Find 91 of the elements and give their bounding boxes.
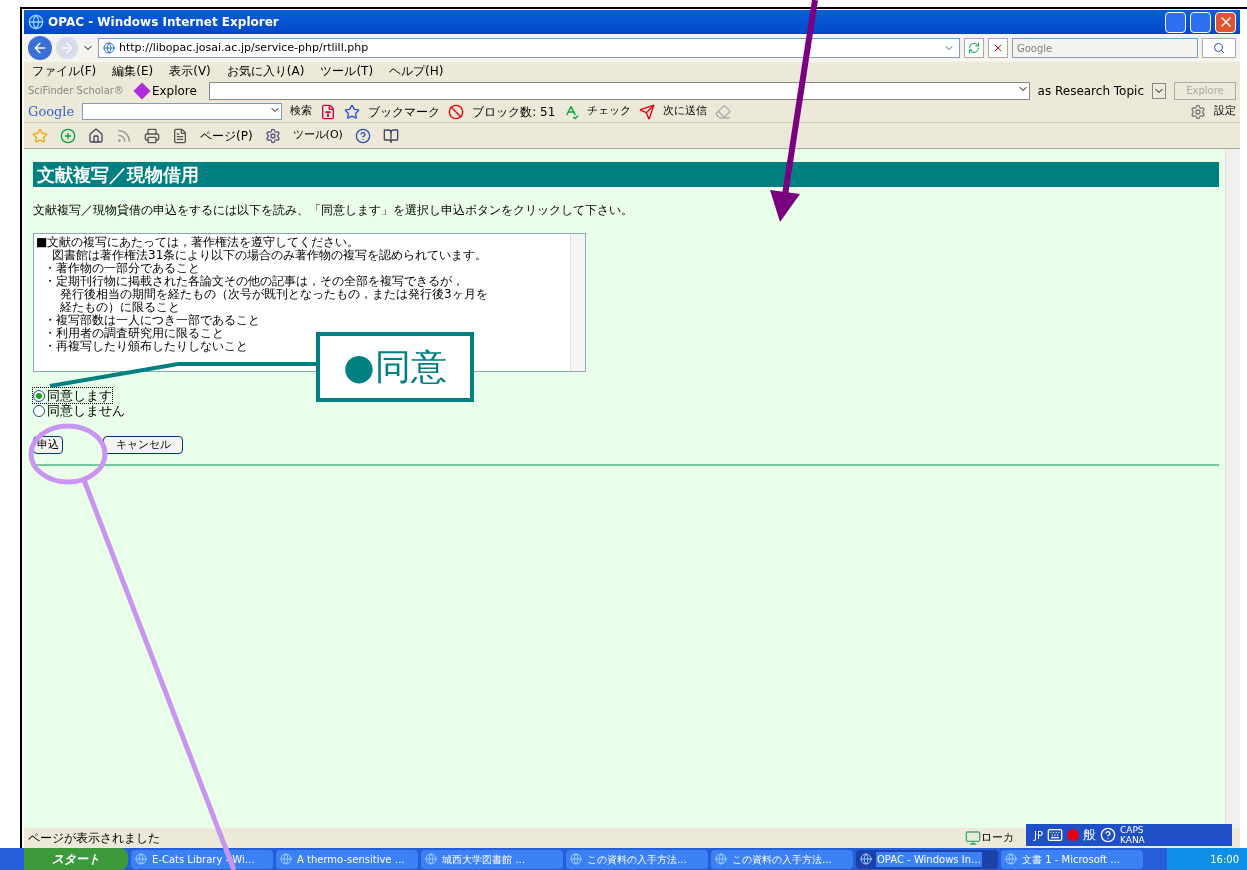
taskbar-button[interactable]: E-Cats Library - Wi… <box>131 849 273 869</box>
terms-line: ・利用者の調査研究用に限ること <box>43 327 225 340</box>
status-text: ページが表示されました <box>28 830 160 847</box>
taskbar-button[interactable]: OPAC - Windows In… <box>856 849 998 869</box>
clock: 16:00 <box>1210 852 1239 867</box>
radio-button[interactable] <box>33 389 45 402</box>
zone-icon <box>965 830 981 846</box>
toolbar-button-label[interactable]: 設定 <box>1214 103 1236 120</box>
terms-line: 経たもの）に限ること <box>59 301 181 314</box>
browser-icon <box>715 853 727 865</box>
forward-arrow-icon <box>59 40 75 56</box>
command-button-label[interactable]: ページ(P) <box>200 126 253 145</box>
print-icon[interactable] <box>144 127 160 144</box>
toolbar-icon[interactable] <box>320 103 337 120</box>
kana-indicator: KANA <box>1120 835 1145 845</box>
browser-icon <box>860 853 872 865</box>
callout-label: ●同意 <box>316 332 474 402</box>
menu-item[interactable]: 編集(E) <box>112 62 154 80</box>
toolbar-button-label[interactable]: チェック <box>587 103 632 120</box>
explore-button[interactable]: Explore <box>131 81 201 100</box>
browser-icon <box>280 853 292 865</box>
terms-line: ・複写部数は一人につき一部であること <box>43 314 261 327</box>
search-field[interactable]: Google <box>1012 38 1198 58</box>
settings-icon[interactable] <box>1190 103 1206 120</box>
browser-icon <box>425 853 437 865</box>
toolbar-button-label[interactable]: ブロック数: 51 <box>472 102 556 121</box>
search-icon <box>1213 42 1225 54</box>
topic-label: as Research Topic <box>1037 82 1144 100</box>
scrollbar[interactable] <box>570 234 585 371</box>
star-icon[interactable] <box>344 103 361 120</box>
toolbar-button-label[interactable]: 検索 <box>290 103 313 120</box>
back-button[interactable] <box>28 36 52 60</box>
browser-icon <box>135 853 147 865</box>
close-button[interactable] <box>1215 11 1236 33</box>
toolbar-button-label[interactable]: ブックマーク <box>368 102 441 121</box>
address-field[interactable]: http://libopac.josai.ac.jp/service-php/rtlill.php <box>98 38 960 58</box>
taskbar-button[interactable]: 城西大学図書館 … <box>421 849 563 869</box>
taskbar-button[interactable]: A thermo-sensitive … <box>276 849 418 869</box>
form-button[interactable]: キャンセル <box>103 436 183 454</box>
topic-field[interactable] <box>208 81 1030 100</box>
menu-item[interactable]: お気に入り(A) <box>226 62 305 80</box>
language-indicator: JP <box>1034 828 1043 843</box>
gear-icon[interactable] <box>264 127 281 144</box>
refresh-button[interactable] <box>964 38 984 58</box>
terms-line: ■文献の複写にあたっては，著作権法を遵守してください。 <box>36 236 360 249</box>
topic-dropdown[interactable] <box>1152 82 1166 99</box>
google-logo: Google <box>28 102 75 121</box>
terms-line: ・著作物の一部分であること <box>43 262 201 275</box>
page-scrollbar[interactable] <box>1225 149 1240 828</box>
toolbar-label: SciFinder Scholar® <box>28 84 124 98</box>
blocked-icon[interactable] <box>448 103 465 120</box>
menu-item[interactable]: ヘルプ(H) <box>389 62 444 80</box>
taskbar-button[interactable]: 文書 1 - Microsoft … <box>1001 849 1143 869</box>
zone-text: ローカ <box>981 829 1014 846</box>
ime-mode[interactable]: 般 <box>1083 825 1096 845</box>
start-button[interactable]: スタート <box>24 848 128 870</box>
help-icon[interactable] <box>354 127 371 144</box>
search-button[interactable] <box>1202 38 1236 58</box>
add-favorite-icon[interactable] <box>60 127 76 144</box>
instruction-text: 文献複写／現物貸借の申込をするには以下を読み、「同意します」を選択し申込ボタンをクリックして下さい。 <box>33 202 634 219</box>
browser-icon <box>28 14 44 30</box>
window-title: OPAC - Windows Internet Explorer <box>48 14 279 31</box>
page-heading: 文献複写／現物借用 <box>33 162 1219 187</box>
terms-line: ・再複写したり頒布したりしないこと <box>43 340 249 353</box>
taskbar-button[interactable]: この資料の入手方法… <box>566 849 708 869</box>
google-search-field[interactable] <box>82 103 283 120</box>
page-icon[interactable] <box>172 127 188 144</box>
stop-icon <box>992 42 1004 54</box>
terms-line: 図書館は著作権法31条により以下の場合のみ著作物の複写を認められています。 <box>51 249 489 262</box>
stop-button[interactable] <box>988 38 1008 58</box>
browser-icon <box>1005 853 1017 865</box>
menu-item[interactable]: ツール(T) <box>320 62 374 80</box>
page-icon <box>103 42 115 54</box>
spellcheck-icon[interactable] <box>563 103 580 120</box>
radio-option[interactable]: 同意しません <box>33 403 125 418</box>
radio-option[interactable]: 同意します <box>33 388 112 403</box>
feed-icon[interactable] <box>116 127 132 144</box>
menu-item[interactable]: 表示(V) <box>169 62 211 80</box>
browser-icon <box>570 853 582 865</box>
keyboard-icon[interactable] <box>1047 827 1063 843</box>
send-icon[interactable] <box>639 103 656 120</box>
toolbar-button-label[interactable]: 次に送信 <box>663 103 708 120</box>
taskbar-button[interactable]: この資料の入手方法… <box>711 849 853 869</box>
command-button-label[interactable]: ツール(O) <box>292 127 343 144</box>
menu-item[interactable]: ファイル(F) <box>32 62 97 80</box>
terms-line: ・定期刊行物に掲載された各論文その他の記事は，その全部を複写できるが， <box>43 275 465 288</box>
caps-indicator: CAPS <box>1120 825 1145 835</box>
radio-button[interactable] <box>33 404 45 417</box>
terms-line: 発行後相当の期間を経たもの（次号が既刊となったもの，または発行後3ヶ月を <box>59 288 489 301</box>
home-icon[interactable] <box>88 127 104 144</box>
refresh-icon <box>968 42 980 54</box>
